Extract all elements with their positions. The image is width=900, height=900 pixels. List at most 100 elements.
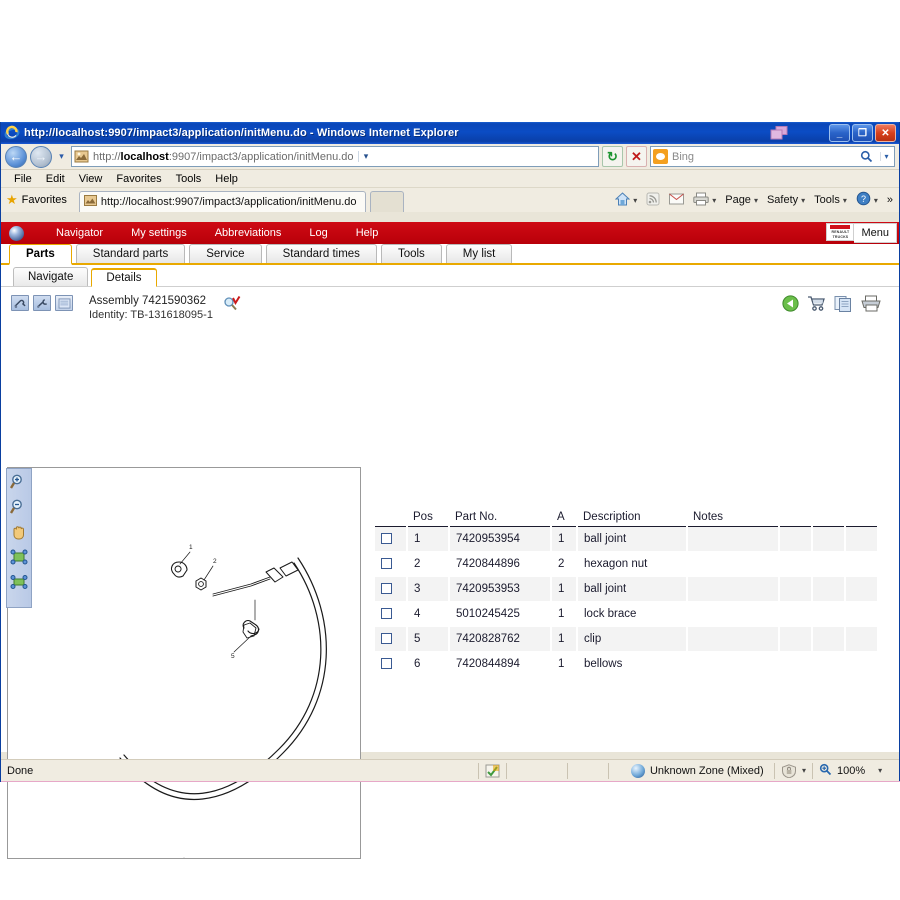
safety-menu-button[interactable]: Safety ▾ [764, 194, 808, 206]
table-row[interactable]: 2 7420844896 2 hexagon nut [375, 551, 879, 577]
tab-standard-parts[interactable]: Standard parts [75, 244, 186, 263]
protected-mode-indicator[interactable]: ▾ [775, 763, 812, 779]
browser-tab[interactable]: http://localhost:9907/impact3/applicatio… [78, 191, 366, 212]
forward-button[interactable]: → [30, 145, 52, 168]
zoom-out-icon[interactable] [9, 498, 29, 516]
help-menu-button[interactable]: ? ▾ [853, 191, 881, 209]
favorites-button-label[interactable]: Favorites [22, 194, 67, 206]
move-icon[interactable] [9, 573, 29, 591]
zoom-control[interactable]: 100% ▾ [813, 763, 899, 779]
nav-link-my-settings[interactable]: My settings [117, 227, 201, 239]
search-magnifier-icon[interactable] [856, 147, 876, 166]
fit-to-window-icon[interactable] [9, 548, 29, 566]
document-view-icon[interactable] [55, 295, 73, 311]
search-dropdown-icon[interactable]: ▾ [880, 152, 892, 161]
cell-part-no[interactable]: 7420844896 [449, 551, 552, 577]
cell-part-no[interactable]: 7420828762 [449, 626, 552, 652]
row-checkbox[interactable] [381, 608, 392, 620]
history-dropdown-icon[interactable]: ▾ [55, 151, 68, 162]
zoom-in-icon[interactable] [9, 473, 29, 491]
find-in-illustration-icon[interactable] [223, 295, 241, 312]
tools-menu-button[interactable]: Tools ▾ [811, 194, 850, 206]
service-tool-icon[interactable] [33, 295, 51, 311]
close-button[interactable]: ✕ [875, 124, 896, 142]
menu-item-help[interactable]: Help [208, 172, 245, 186]
back-button[interactable]: ← [5, 145, 27, 168]
col-header-pos[interactable]: Pos [407, 509, 449, 527]
home-button[interactable]: ▾ [612, 191, 640, 209]
cell-part-no[interactable]: 7420953954 [449, 526, 552, 552]
row-checkbox-cell[interactable] [375, 601, 408, 627]
table-row[interactable]: 4 5010245425 1 lock brace [375, 601, 879, 627]
col-header-a[interactable]: A [551, 509, 577, 527]
tab-my-list[interactable]: My list [445, 244, 513, 263]
read-mail-button[interactable] [666, 193, 687, 208]
row-checkbox[interactable] [381, 558, 392, 570]
tools-caret-icon[interactable]: ▾ [843, 196, 847, 205]
menu-item-favorites[interactable]: Favorites [109, 172, 168, 186]
print-button[interactable]: ▾ [690, 192, 719, 209]
stop-button[interactable]: ✕ [626, 146, 647, 167]
page-menu-button[interactable]: Page ▾ [722, 194, 761, 206]
parts-illustration[interactable]: 1 2 5 4 6 2 3 RH1075021 [7, 467, 361, 861]
row-checkbox[interactable] [381, 633, 392, 645]
col-header-notes[interactable]: Notes [687, 509, 779, 527]
print-icon[interactable] [861, 295, 881, 317]
favorites-star-icon[interactable]: ★ [6, 192, 18, 208]
help-caret-icon[interactable]: ▾ [874, 196, 878, 205]
safety-caret-icon[interactable]: ▾ [801, 196, 805, 205]
tab-service[interactable]: Service [189, 244, 262, 263]
tab-tools[interactable]: Tools [380, 244, 442, 263]
shopping-cart-icon[interactable] [807, 295, 826, 317]
new-tab-button[interactable] [369, 191, 404, 212]
cell-part-no[interactable]: 5010245425 [449, 601, 552, 627]
col-header-description[interactable]: Description [577, 509, 687, 527]
menu-item-view[interactable]: View [72, 172, 110, 186]
row-checkbox[interactable] [381, 533, 392, 545]
menu-item-file[interactable]: File [7, 172, 39, 186]
back-icon[interactable] [782, 295, 799, 317]
minimize-button[interactable]: _ [829, 124, 850, 142]
app-menu-button[interactable]: Menu [854, 223, 897, 243]
cell-part-no[interactable]: 7420844894 [449, 651, 552, 677]
home-caret-icon[interactable]: ▾ [633, 196, 637, 205]
search-box[interactable]: Bing ▾ [650, 146, 895, 167]
nav-link-abbreviations[interactable]: Abbreviations [201, 227, 296, 239]
tab-parts[interactable]: Parts [9, 244, 72, 265]
zoom-caret-icon[interactable]: ▾ [878, 766, 882, 775]
page-caret-icon[interactable]: ▾ [754, 196, 758, 205]
security-zone[interactable]: Unknown Zone (Mixed) [609, 763, 774, 779]
menu-item-tools[interactable]: Tools [169, 172, 209, 186]
protected-mode-caret-icon[interactable]: ▾ [802, 766, 806, 775]
command-bar-overflow[interactable]: » [884, 194, 896, 206]
compatibility-view-button[interactable] [479, 763, 506, 779]
row-checkbox-cell[interactable] [375, 626, 408, 652]
nav-link-navigator[interactable]: Navigator [42, 227, 117, 239]
pan-hand-icon[interactable] [9, 523, 29, 541]
table-row[interactable]: 5 7420828762 1 clip [375, 626, 879, 652]
col-header-part-no[interactable]: Part No. [449, 509, 551, 527]
row-checkbox-cell[interactable] [375, 651, 408, 677]
row-checkbox-cell[interactable] [375, 526, 408, 552]
nav-link-log[interactable]: Log [295, 227, 341, 239]
print-caret-icon[interactable]: ▾ [712, 196, 716, 205]
copy-icon[interactable] [834, 295, 853, 317]
address-dropdown-icon[interactable]: ▾ [357, 151, 374, 162]
refresh-button[interactable]: ↻ [602, 146, 623, 167]
row-checkbox-cell[interactable] [375, 551, 408, 577]
subtab-navigate[interactable]: Navigate [13, 267, 89, 286]
nav-link-help[interactable]: Help [342, 227, 393, 239]
row-checkbox[interactable] [381, 583, 392, 595]
row-checkbox[interactable] [381, 658, 392, 670]
feeds-button[interactable] [643, 192, 663, 209]
subtab-details[interactable]: Details [91, 268, 157, 287]
maximize-button[interactable]: ❐ [852, 124, 873, 142]
search-input[interactable]: Bing [672, 151, 852, 163]
tab-standard-times[interactable]: Standard times [265, 244, 377, 263]
table-row[interactable]: 3 7420953953 1 ball joint [375, 576, 879, 602]
row-checkbox-cell[interactable] [375, 576, 408, 602]
table-row[interactable]: 6 7420844894 1 bellows [375, 651, 879, 677]
address-input[interactable]: http://localhost:9907/impact3/applicatio… [71, 146, 599, 167]
menu-item-edit[interactable]: Edit [39, 172, 72, 186]
table-row[interactable]: 1 7420953954 1 ball joint [375, 526, 879, 552]
